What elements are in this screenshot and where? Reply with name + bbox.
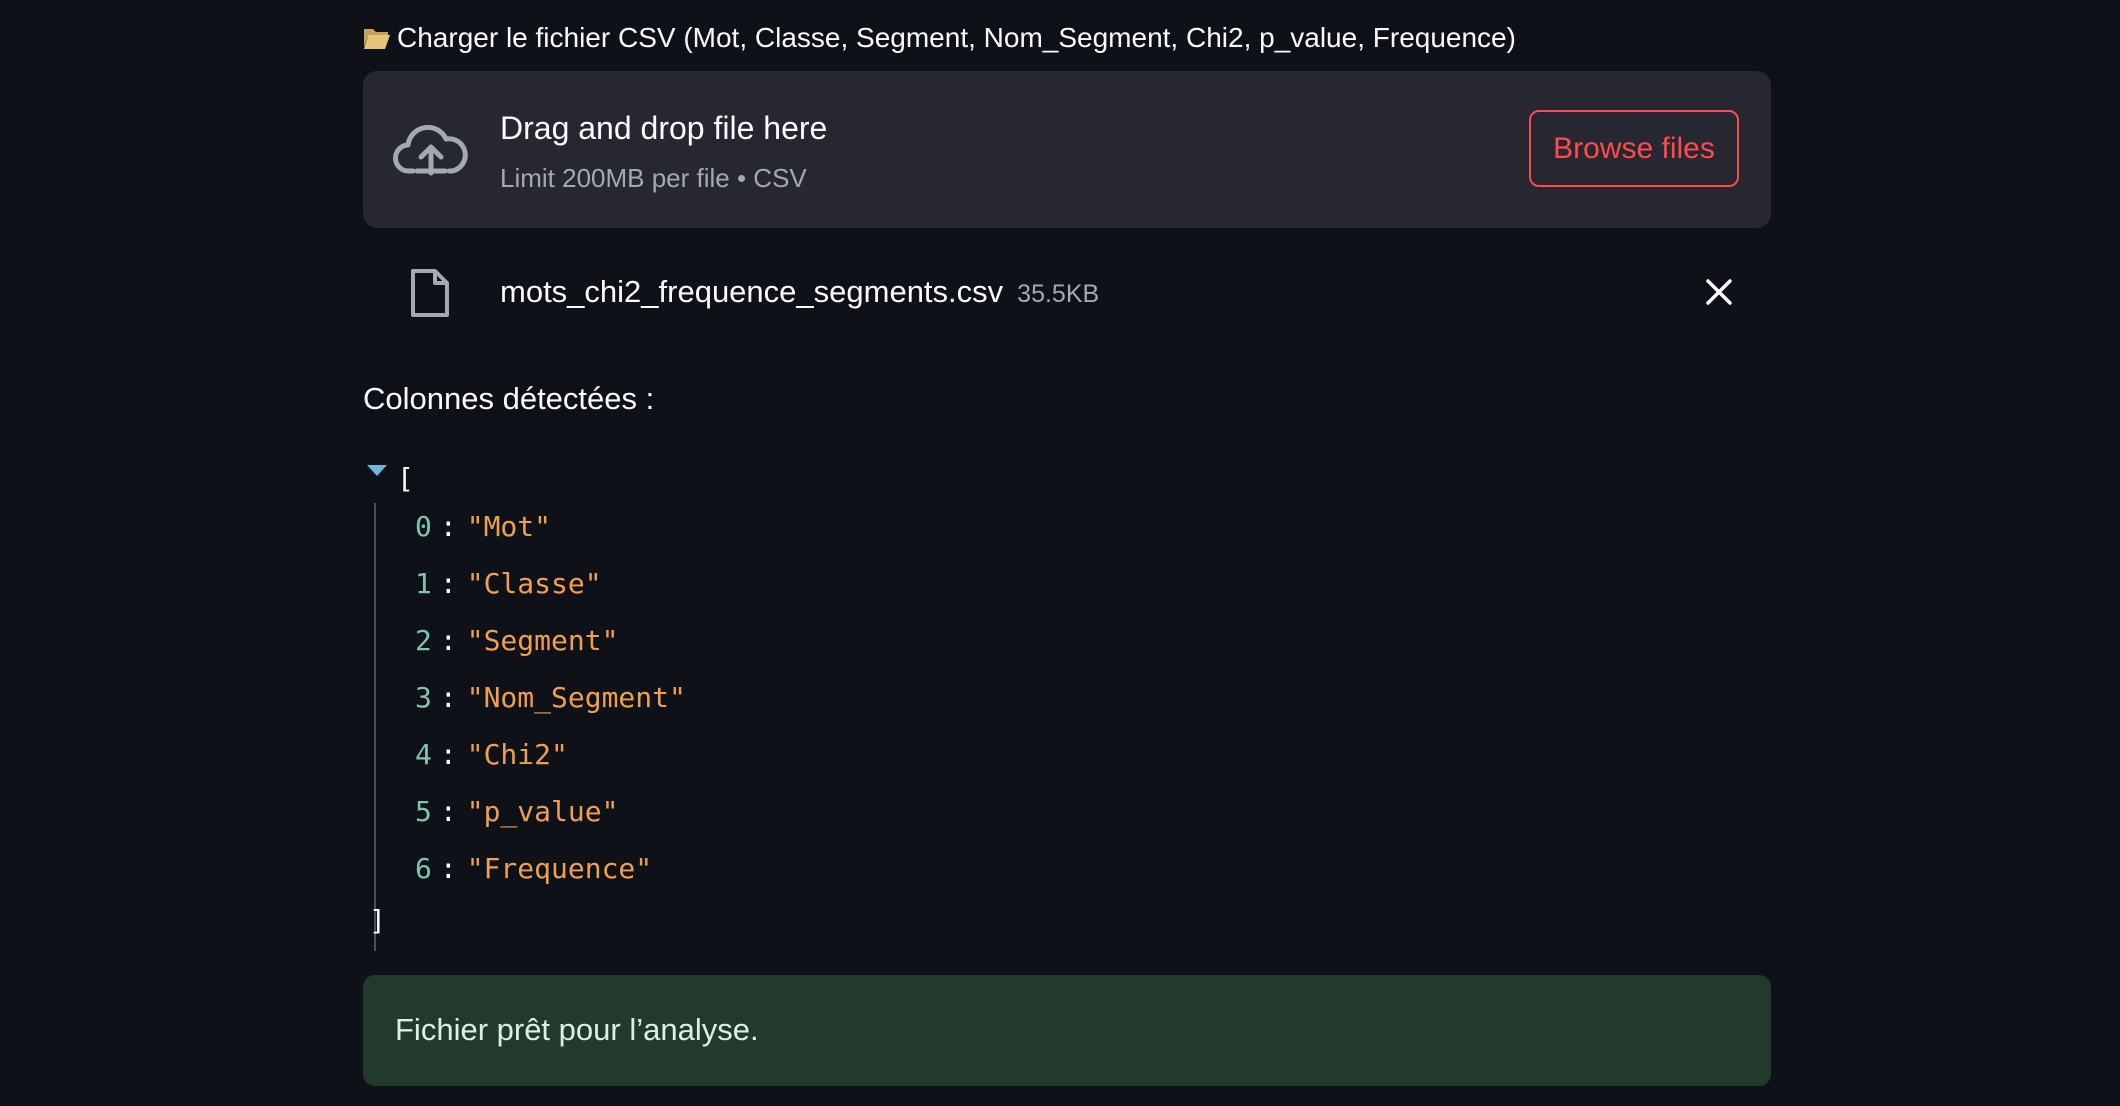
success-alert: Fichier prêt pour l’analyse.: [363, 975, 1771, 1086]
json-list-item: 1: "Classe": [415, 567, 602, 600]
browse-files-button[interactable]: Browse files: [1529, 110, 1739, 187]
dropzone-title: Drag and drop file here: [500, 110, 828, 146]
file-size: 35.5KB: [1017, 280, 1100, 308]
file-dropzone[interactable]: Drag and drop file here Limit 200MB per …: [363, 71, 1771, 228]
json-list-item: 0: "Mot": [415, 510, 552, 543]
json-value: "Nom_Segment": [466, 681, 686, 714]
json-value: "p_value": [466, 795, 619, 828]
close-icon[interactable]: [1703, 276, 1735, 308]
json-indent-guide: [374, 503, 376, 951]
json-value: "Frequence": [466, 852, 653, 885]
file-icon: [409, 268, 451, 323]
dropzone-limit-text: Limit 200MB per file • CSV: [500, 163, 807, 193]
json-index: 0: [415, 510, 432, 543]
json-list-item: 4: "Chi2": [415, 738, 568, 771]
json-index: 4: [415, 738, 432, 771]
json-value: "Chi2": [466, 738, 568, 771]
json-index: 3: [415, 681, 432, 714]
open-folder-icon: [363, 21, 391, 61]
file-name-text: mots_chi2_frequence_segments.csv: [500, 274, 1004, 309]
collapse-toggle-icon[interactable]: [367, 465, 387, 476]
uploader-label-text: Charger le fichier CSV (Mot, Classe, Seg…: [397, 22, 1516, 53]
json-index: 6: [415, 852, 432, 885]
json-bracket-open: [: [397, 462, 414, 495]
uploaded-file-row: mots_chi2_frequence_segments.csv 35.5KB: [363, 252, 1771, 332]
json-value: "Classe": [466, 567, 602, 600]
json-list-item: 6: "Frequence": [415, 852, 653, 885]
json-index: 1: [415, 567, 432, 600]
json-index: 2: [415, 624, 432, 657]
json-value: "Mot": [466, 510, 552, 543]
json-value: "Segment": [466, 624, 619, 657]
json-list-item: 2: "Segment": [415, 624, 619, 657]
columns-heading: Colonnes détectées :: [363, 381, 655, 416]
uploader-label: Charger le fichier CSV (Mot, Classe, Seg…: [363, 18, 1516, 61]
uploaded-file-name: mots_chi2_frequence_segments.csv 35.5KB: [500, 270, 1099, 316]
json-index: 5: [415, 795, 432, 828]
cloud-upload-icon: [393, 121, 469, 182]
json-list-item: 5: "p_value": [415, 795, 619, 828]
success-message: Fichier prêt pour l’analyse.: [395, 1012, 759, 1047]
json-list-item: 3: "Nom_Segment": [415, 681, 686, 714]
json-bracket-close: ]: [369, 904, 386, 937]
